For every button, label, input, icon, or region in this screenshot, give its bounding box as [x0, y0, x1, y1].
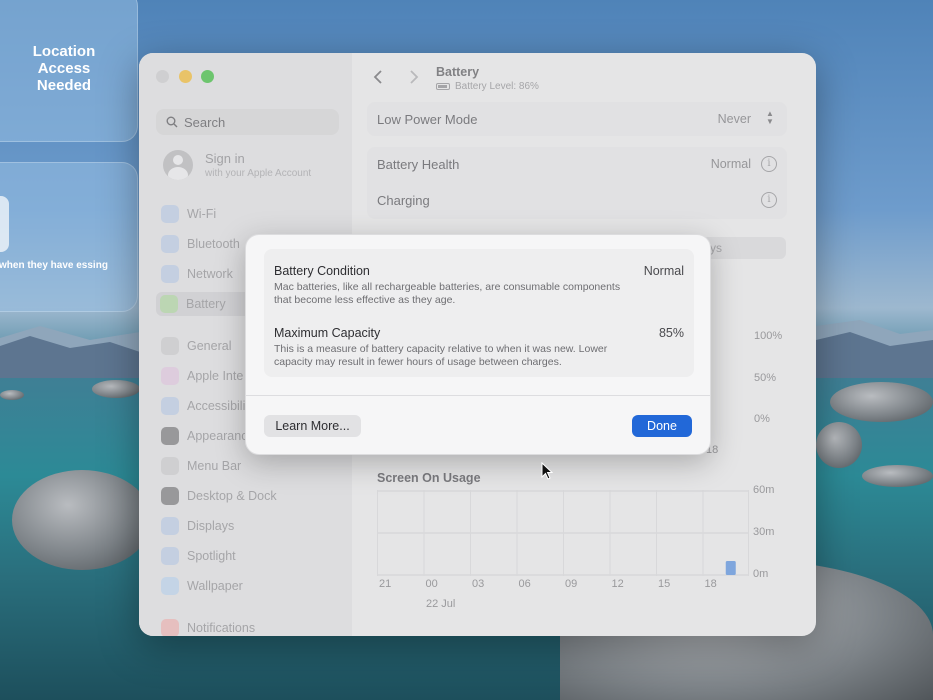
location-widget-text: Location Access Needed: [32, 43, 96, 94]
boulder: [862, 465, 933, 487]
sheet-card: Battery Condition Normal Mac batteries, …: [264, 249, 694, 377]
learn-more-button[interactable]: Learn More...: [264, 415, 361, 437]
secondary-widget-text: when they have essing: [0, 260, 108, 271]
boulder: [0, 390, 24, 400]
battery-condition-row: Battery Condition Normal Mac batteries, …: [274, 264, 684, 306]
battery-condition-title: Battery Condition: [274, 264, 370, 278]
widget-graphic: [0, 196, 9, 252]
boulder: [12, 470, 152, 570]
boulder: [92, 380, 140, 398]
boulder: [816, 422, 862, 468]
boulder: [830, 382, 933, 422]
battery-health-sheet: Battery Condition Normal Mac batteries, …: [245, 234, 711, 455]
done-button[interactable]: Done: [632, 415, 692, 437]
maximum-capacity-desc: This is a measure of battery capacity re…: [274, 343, 608, 368]
maximum-capacity-value: 85%: [658, 326, 684, 340]
maximum-capacity-row: Maximum Capacity 85% This is a measure o…: [274, 326, 684, 368]
battery-condition-desc: Mac batteries, like all rechargeable bat…: [274, 281, 621, 306]
maximum-capacity-title: Maximum Capacity: [274, 326, 381, 340]
sheet-divider: [246, 395, 710, 396]
mouse-cursor-icon: [541, 462, 553, 480]
location-widget[interactable]: Location Access Needed: [0, 0, 138, 142]
secondary-widget[interactable]: when they have essing: [0, 162, 138, 312]
battery-condition-value: Normal: [643, 264, 684, 278]
